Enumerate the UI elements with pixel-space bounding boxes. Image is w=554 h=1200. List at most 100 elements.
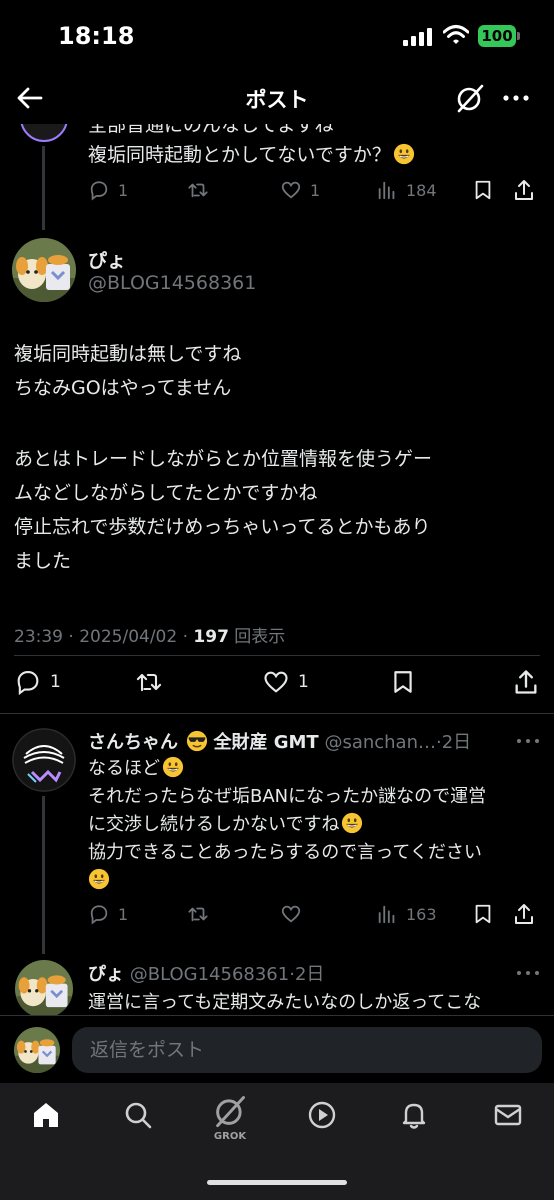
views-button[interactable]: 163 [376,903,437,925]
grinning-emoji-icon [341,812,363,834]
post-line: ちなみGOはやってません [14,377,232,399]
video-play-icon[interactable] [306,1099,338,1131]
messages-icon[interactable] [492,1099,524,1131]
reply-count: 1 [50,672,61,692]
divider [14,655,540,656]
author-name[interactable]: ぴょ [88,964,124,985]
main-post-actions: 1 1 [14,668,544,696]
reply-button[interactable]: 1 [88,903,128,925]
reply-icon [90,905,108,925]
prev-reply-text-content: 複垢同時起動とかしてないですか？ [88,144,391,166]
reply-header: ぴょ @BLOG14568361·2日 [88,964,325,985]
wifi-icon [443,25,469,44]
repost-button[interactable] [186,179,210,201]
reply-button[interactable]: 1 [88,179,128,201]
views-count: 184 [406,180,437,200]
status-time: 18:18 [58,22,135,50]
thread-line [42,796,45,954]
reply-icon [17,671,39,696]
grok-icon[interactable] [454,82,486,114]
reply-composer-bar: 返信をポスト [0,1015,554,1083]
avatar [20,124,68,142]
signal-icon [403,28,432,46]
avatar[interactable] [12,238,76,302]
views-count: 163 [406,904,437,924]
post-timestamp: 23:39 · 2025/04/02 · [14,627,194,647]
repost-button[interactable] [186,903,210,925]
reply-count: 1 [118,180,129,200]
prev-reply-partial-line: 全部普通にのんなしてますね [88,124,334,136]
prev-reply-text: 複垢同時起動とかしてないですか？ [88,140,415,170]
post-meta: 23:39 · 2025/04/02 · 197 回表示 [14,622,285,647]
prev-reply-actions: 1 1 184 [88,178,548,202]
reply-input[interactable]: 返信をポスト [72,1027,542,1073]
share-icon[interactable] [512,902,536,926]
post-view-label: 回表示 [228,627,286,647]
author-handle[interactable]: @BLOG14568361 [88,272,256,294]
like-button[interactable]: 1 [280,179,320,201]
grinning-emoji-icon [88,868,110,890]
post-line: 停止忘れで歩数だけめっちゃいってるとかもあり [14,516,431,538]
reply-body: なるほど それだったらなぜ垢BANになったか謎なので運営 に交渉し続けるしかない… [88,755,486,895]
divider [0,713,554,714]
status-bar: 18:18 100 [0,0,554,74]
reply-text: 運営に言っても定期文みたいなのしか返ってこな [88,992,482,1013]
reply-line: に交渉し続けるしかないですね [88,811,486,839]
post-line: あとはトレードしながらとか位置情報を使うゲー [14,448,433,470]
author-name[interactable]: さんちゃん [88,732,178,753]
home-icon[interactable] [30,1099,62,1131]
like-count: 1 [298,672,309,692]
reply-line: 協力できることあったらするので言ってください [88,842,482,863]
like-button[interactable]: 1 [262,668,309,696]
share-icon[interactable] [512,668,540,696]
thread-line [42,146,45,230]
reply-line-text: に交渉し続けるしかないですね [88,814,340,835]
reply-button[interactable]: 1 [14,668,61,696]
repost-icon [188,907,208,922]
more-options-icon[interactable] [514,963,542,983]
like-button[interactable] [280,903,302,925]
notifications-bell-icon[interactable] [398,1099,430,1131]
grok-label: GROK [213,1131,247,1142]
post-line: 複垢同時起動は無しですね [14,343,242,365]
reply-time: 2日 [441,732,472,753]
bookmark-icon[interactable] [390,668,416,696]
avatar[interactable] [15,960,73,1018]
views-icon [378,905,395,924]
reply-line: それだったらなぜ垢BANになったか謎なので運営 [88,786,487,807]
share-icon[interactable] [512,178,536,202]
heart-icon [281,181,301,199]
views-button[interactable]: 184 [376,179,437,201]
author-handle[interactable]: @BLOG14568361 [130,964,289,985]
grinning-emoji-icon [393,143,415,165]
repost-button[interactable] [134,668,164,696]
grok-icon[interactable] [212,1093,248,1129]
author-handle[interactable]: @sanchan… [324,732,436,753]
post-line [14,405,432,439]
author-name-suffix: 全財産 GMT [213,732,319,753]
heart-icon [264,671,288,693]
like-count: 1 [310,180,321,200]
bookmark-icon[interactable] [472,902,494,926]
post-view-count: 197 [193,627,229,647]
reply-header: さんちゃん 全財産 GMT @sanchan…·2日 [88,730,472,753]
reply-count: 1 [118,904,129,924]
reply-actions: 1 163 [88,902,548,926]
author-name[interactable]: ぴょ [88,246,126,273]
repost-icon [136,673,162,692]
post-line: ました [14,550,72,572]
reply-time: 2日 [294,964,325,985]
avatar[interactable] [12,728,76,792]
more-options-icon[interactable] [500,82,532,114]
header: ポスト [0,74,554,124]
search-icon[interactable] [122,1099,154,1131]
bookmark-icon[interactable] [472,178,494,202]
repost-icon [188,183,208,198]
sunglasses-emoji-icon [186,730,207,752]
reply-line-text: なるほど [88,758,160,779]
more-options-icon[interactable] [514,731,542,751]
home-indicator [207,1180,347,1185]
heart-icon [281,905,301,923]
post-line: ムなどしながらしてたとかですかね [14,482,318,504]
reply-line: なるほど [88,755,486,783]
